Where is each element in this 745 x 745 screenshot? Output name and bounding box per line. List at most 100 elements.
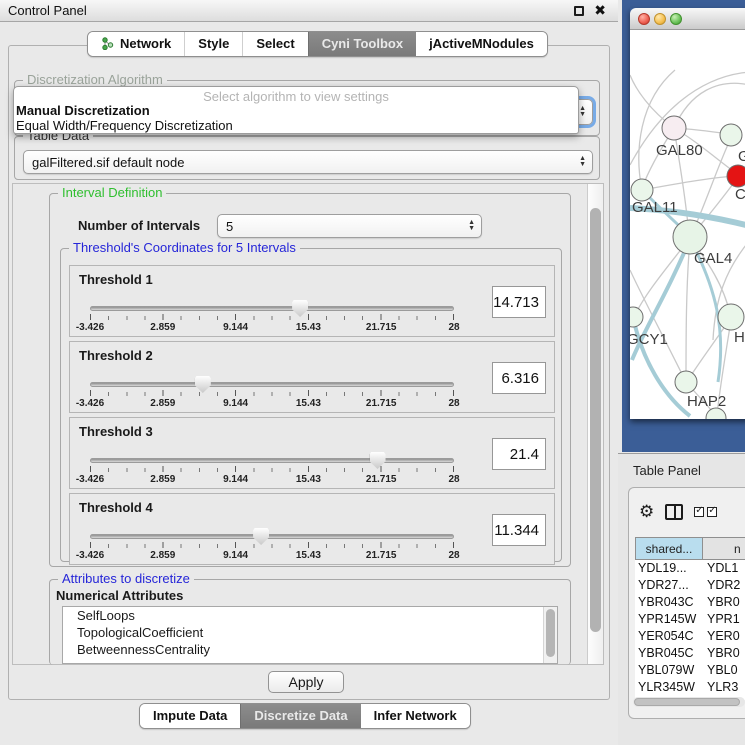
tab-discretize-data[interactable]: Discretize Data [240, 704, 360, 728]
network-canvas-svg: GAL80 GA C GAL11 GAL4 GCY1 H HAP2 [630, 30, 745, 419]
numerical-attributes-label: Numerical Attributes [56, 588, 183, 603]
table-row[interactable]: YBR043CYBR0 [635, 594, 745, 611]
tick-label: 2.859 [150, 322, 175, 333]
attributes-group: Attributes to discretize Numerical Attri… [49, 579, 571, 665]
network-node[interactable] [720, 124, 742, 146]
threshold-4-value-field[interactable]: 11.344 [492, 514, 546, 546]
tab-network[interactable]: Network [88, 32, 184, 56]
threshold-2-slider[interactable]: -3.426 2.859 9.144 15.43 21.715 28 [90, 382, 454, 412]
network-node-label: GA [738, 148, 745, 165]
column-header-shared-name[interactable]: shared... [635, 537, 703, 560]
zoom-traffic-light[interactable] [670, 13, 682, 25]
discretization-algorithm-label: Discretization Algorithm [23, 72, 167, 87]
table-row[interactable]: YPR145WYPR1 [635, 611, 745, 628]
tick-label: 9.144 [223, 322, 248, 333]
slider-track[interactable] [90, 534, 454, 539]
table-horizontal-scrollbar[interactable] [633, 697, 745, 707]
network-node-label: GCY1 [630, 331, 668, 348]
list-item[interactable]: TopologicalCoefficient [63, 624, 557, 641]
column-layout-icon[interactable] [665, 504, 683, 520]
threshold-3-slider[interactable]: -3.426 2.859 9.144 15.43 21.715 28 [90, 458, 454, 488]
network-node-label: GAL80 [656, 142, 703, 159]
network-edge[interactable] [686, 239, 690, 380]
network-node[interactable] [673, 220, 707, 254]
slider-track[interactable] [90, 458, 454, 463]
threshold-3-box: Threshold 3 -3.426 2.859 9.144 15.43 21.… [69, 417, 555, 489]
table-panel-title: Table Panel [633, 463, 701, 478]
threshold-2-box: Threshold 2 -3.426 2.859 9.144 15.43 21.… [69, 341, 555, 413]
list-item[interactable]: BetweennessCentrality [63, 641, 557, 658]
table-header: shared... n [635, 537, 745, 560]
table-panel: Table Panel ⚙ shared... n YDL19...YDL1 Y… [618, 453, 745, 745]
select-columns-icon[interactable] [694, 507, 717, 517]
table-row[interactable]: YLR345WYLR3 [635, 679, 745, 696]
close-traffic-light[interactable] [638, 13, 650, 25]
close-icon[interactable]: ✖ [594, 2, 606, 19]
slider-track[interactable] [90, 306, 454, 311]
float-window-icon[interactable] [574, 6, 584, 16]
tab-cyni-toolbox[interactable]: Cyni Toolbox [308, 32, 416, 56]
tab-style[interactable]: Style [184, 32, 242, 56]
table-toolbar: ⚙ [629, 488, 745, 536]
tab-impute-data[interactable]: Impute Data [140, 704, 240, 728]
threshold-4-label: Threshold 4 [79, 500, 153, 515]
checkbox-icon [694, 507, 704, 517]
settings-scrollbar[interactable] [587, 184, 603, 664]
numerical-attributes-list[interactable]: SelfLoops TopologicalCoefficient Between… [62, 606, 558, 664]
scrollbar-thumb[interactable] [634, 698, 740, 706]
network-node-label: H [734, 329, 745, 346]
network-node[interactable] [631, 179, 653, 201]
tick-label: -3.426 [76, 322, 104, 333]
scrollbar-thumb[interactable] [590, 208, 601, 632]
network-icon [101, 37, 114, 50]
checkbox-icon [707, 507, 717, 517]
tab-select[interactable]: Select [242, 32, 307, 56]
algorithm-option-equal-width[interactable]: Equal Width/Frequency Discretization [14, 118, 578, 133]
network-node[interactable] [675, 371, 697, 393]
tab-infer-network[interactable]: Infer Network [361, 704, 470, 728]
slider-track[interactable] [90, 382, 454, 387]
table-data-combobox[interactable]: galFiltered.sif default node ▲▼ [23, 150, 593, 174]
apply-button[interactable]: Apply [268, 671, 344, 693]
threshold-4-slider[interactable]: -3.426 2.859 9.144 15.43 21.715 28 [90, 534, 454, 564]
table-row[interactable]: YBR045CYBR0 [635, 645, 745, 662]
number-of-intervals-combobox[interactable]: 5 ▲▼ [217, 214, 482, 238]
threshold-1-value-field[interactable]: 14.713 [492, 286, 546, 318]
table-row[interactable]: YBL079WYBL0 [635, 662, 745, 679]
network-node-label: HAP2 [687, 393, 726, 410]
network-edge[interactable] [674, 83, 745, 128]
algorithm-dropdown-popup: Select algorithm to view settings Manual… [13, 86, 579, 134]
algorithm-option-manual[interactable]: Manual Discretization [14, 103, 578, 118]
network-node[interactable] [630, 307, 643, 327]
number-of-intervals-value: 5 [226, 219, 233, 234]
network-node[interactable] [727, 165, 745, 187]
threshold-3-label: Threshold 3 [79, 424, 153, 439]
network-node[interactable] [662, 116, 686, 140]
network-node-label: GAL11 [632, 199, 678, 216]
attributes-scrollbar[interactable] [543, 607, 557, 663]
network-node-label: GAL4 [694, 250, 732, 267]
network-window-titlebar[interactable] [630, 8, 745, 30]
tab-jactivemnodules[interactable]: jActiveMNodules [416, 32, 547, 56]
interval-definition-group: Interval Definition Number of Intervals … [49, 193, 571, 567]
network-node[interactable] [718, 304, 744, 330]
network-edge[interactable] [642, 176, 735, 190]
column-header-name[interactable]: n [703, 537, 745, 560]
thresholds-group: Threshold's Coordinates for 5 Intervals … [60, 248, 562, 562]
minimize-traffic-light[interactable] [654, 13, 666, 25]
cyni-mode-tabs: Impute Data Discretize Data Infer Networ… [139, 703, 471, 729]
threshold-1-slider[interactable]: -3.426 2.859 9.144 15.43 21.715 28 [90, 306, 454, 336]
control-panel-tabs: Network Style Select Cyni Toolbox jActiv… [87, 31, 548, 57]
table-row[interactable]: YDL19...YDL1 [635, 560, 745, 577]
algorithm-placeholder: Select algorithm to view settings [14, 87, 578, 103]
table-rows: YDL19...YDL1 YDR27...YDR2 YBR043CYBR0 YP… [635, 560, 745, 700]
table-row[interactable]: YDR27...YDR2 [635, 577, 745, 594]
gear-icon[interactable]: ⚙ [639, 502, 654, 522]
network-canvas[interactable]: GAL80 GA C GAL11 GAL4 GCY1 H HAP2 [630, 30, 745, 419]
network-node-label: C [735, 186, 745, 203]
threshold-2-value-field[interactable]: 6.316 [492, 362, 546, 394]
threshold-3-value-field[interactable]: 21.4 [492, 438, 546, 470]
list-item[interactable]: SelfLoops [63, 607, 557, 624]
combo-arrows-icon: ▲▼ [579, 106, 586, 118]
table-row[interactable]: YER054CYER0 [635, 628, 745, 645]
